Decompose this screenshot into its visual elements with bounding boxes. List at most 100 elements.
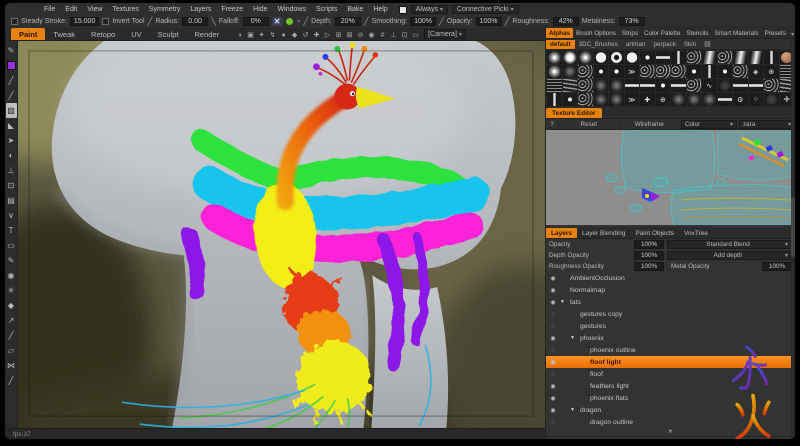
play-icon[interactable]: ▷: [323, 31, 332, 39]
tab-strips[interactable]: Strips: [619, 28, 641, 38]
tab-sculpt[interactable]: Sculpt: [150, 28, 187, 40]
roughness-value[interactable]: 42%: [553, 17, 579, 26]
alpha-thumb-21[interactable]: [609, 65, 624, 78]
tab-paint-objects[interactable]: Paint Objects: [630, 228, 679, 238]
new-layer-icon[interactable]: ▣: [550, 438, 557, 439]
metalness-value[interactable]: 73%: [619, 17, 645, 26]
alpha-thumb-40[interactable]: [656, 79, 671, 92]
alpha-thumb-63[interactable]: [764, 93, 779, 106]
alpha-thumb-10[interactable]: [687, 51, 702, 64]
grid-icon[interactable]: #: [378, 32, 387, 39]
alpha-thumb-35[interactable]: [578, 79, 593, 92]
tab-uv[interactable]: UV: [123, 28, 149, 40]
layer-row-phoenix-flats[interactable]: ◉phoenix flats: [546, 392, 795, 404]
tab-color-palette[interactable]: Color Palette: [641, 28, 683, 38]
alpha-thumb-30[interactable]: ◈: [749, 65, 764, 78]
blend-mode-dropdown[interactable]: Standard Blend▾: [667, 240, 792, 249]
menu-scripts[interactable]: Scripts: [311, 6, 342, 13]
layer-row-dragon-outline[interactable]: ◎dragon outline: [546, 416, 795, 428]
tab-retopo[interactable]: Retopo: [83, 28, 123, 40]
contrast-icon[interactable]: ◑: [235, 32, 244, 39]
alpha-thumb-3[interactable]: [578, 51, 593, 64]
tab-layers[interactable]: Layers: [546, 228, 577, 238]
panel-scrollbar[interactable]: [791, 39, 795, 435]
wireframe-button[interactable]: Wireframe: [619, 121, 680, 128]
roughness-opacity-value[interactable]: 100%: [634, 262, 664, 271]
pick-mode-dropdown[interactable]: Connective Picki ▾: [452, 5, 519, 14]
menu-windows[interactable]: Windows: [273, 6, 311, 13]
layer-row-ambientocclusion[interactable]: ◉AmbientOcclusion: [546, 272, 795, 284]
alpha-thumb-61[interactable]: ⚙: [733, 93, 748, 106]
alpha-thumb-44[interactable]: [718, 79, 733, 92]
pen-curve-icon[interactable]: ╱: [303, 17, 308, 26]
clone-tool[interactable]: ▤: [6, 193, 17, 208]
add-icon[interactable]: ✚: [312, 31, 321, 39]
spline-tool[interactable]: ╱: [6, 373, 17, 388]
alpha-thumb-43[interactable]: ∿: [702, 79, 717, 92]
axis-icon[interactable]: ⊥: [389, 31, 398, 39]
alpha-thumb-8[interactable]: [656, 51, 671, 64]
alpha-thumb-15[interactable]: [764, 51, 779, 64]
alpha-group-artman[interactable]: artman: [622, 40, 650, 49]
layer-visibility-icon[interactable]: ◉: [549, 359, 557, 366]
help-icon[interactable]: ?: [546, 121, 558, 128]
falloff-value[interactable]: 0%: [243, 17, 269, 26]
tab-alphas[interactable]: Alphas: [546, 28, 573, 38]
uv-editor-canvas[interactable]: [546, 130, 795, 225]
tab-presets[interactable]: Presets: [762, 28, 789, 38]
alpha-thumb-24[interactable]: [656, 65, 671, 78]
alpha-thumb-27[interactable]: [702, 65, 717, 78]
menu-edit[interactable]: Edit: [60, 6, 82, 13]
folder-icon[interactable]: ▤: [704, 40, 711, 48]
alpha-thumb-53[interactable]: [609, 93, 624, 106]
disable-icon[interactable]: ⊘: [356, 31, 365, 39]
alpha-thumb-55[interactable]: ✚: [640, 93, 655, 106]
alpha-thumb-9[interactable]: [671, 51, 686, 64]
tab-stencils[interactable]: Stencils: [683, 28, 711, 38]
alpha-thumb-47[interactable]: [764, 79, 779, 92]
image-icon[interactable]: ▣: [246, 31, 255, 39]
pencil2-tool[interactable]: ✎: [6, 253, 17, 268]
bowtie-tool[interactable]: ⋈: [6, 358, 17, 373]
target-icon[interactable]: ◉: [367, 31, 376, 39]
alpha-thumb-26[interactable]: [687, 65, 702, 78]
alpha-thumb-34[interactable]: [563, 79, 578, 92]
alpha-thumb-37[interactable]: [609, 79, 624, 92]
alpha-thumb-28[interactable]: [718, 65, 733, 78]
metal-opacity-value[interactable]: 100%: [762, 262, 792, 271]
alpha-thumb-39[interactable]: [640, 79, 655, 92]
alpha-thumb-45[interactable]: [733, 79, 748, 92]
stroke-tool[interactable]: ╱: [6, 328, 17, 343]
tab-render[interactable]: Render: [187, 28, 228, 40]
line-tool[interactable]: ╱: [6, 88, 17, 103]
sparkle-icon[interactable]: ✦: [257, 31, 266, 39]
pencil-tool[interactable]: ╱: [6, 73, 17, 88]
blank-layer-icon[interactable]: ▢: [571, 438, 578, 439]
text-tool[interactable]: T: [6, 223, 17, 238]
alpha-thumb-62[interactable]: ○: [749, 93, 764, 106]
alpha-thumb-14[interactable]: [749, 51, 764, 64]
layer-visibility-icon[interactable]: ◉: [549, 287, 557, 294]
menu-symmetry[interactable]: Symmetry: [144, 6, 186, 13]
tab-texture-editor[interactable]: Texture Editor: [546, 108, 602, 118]
layer-row-floof[interactable]: ◎floof: [546, 368, 795, 380]
layer-row-phoenix-outline[interactable]: ◎phoenix outline: [546, 344, 795, 356]
reset-button[interactable]: Reset: [558, 121, 619, 128]
eye-tool[interactable]: ◉: [6, 268, 17, 283]
layer-visibility-icon[interactable]: ◉: [549, 299, 557, 306]
alpha-thumb-25[interactable]: [671, 65, 686, 78]
alpha-group-perpack[interactable]: perpack: [649, 40, 679, 49]
menu-file[interactable]: File: [39, 6, 60, 13]
eraser-tool[interactable]: ▨: [6, 103, 17, 118]
color-swatch[interactable]: [6, 58, 17, 73]
scroll-down-indicator[interactable]: ▼: [546, 429, 795, 436]
alpha-thumb-52[interactable]: [594, 93, 609, 106]
always-dropdown[interactable]: Always ▾: [411, 5, 448, 14]
layer-visibility-icon[interactable]: ◉: [549, 383, 557, 390]
tab-brush-options[interactable]: Brush Options: [573, 28, 619, 38]
curve-tool[interactable]: ∨: [6, 208, 17, 223]
tab-smart-materials[interactable]: Smart Materials: [711, 28, 761, 38]
alpha-thumb-20[interactable]: [594, 65, 609, 78]
material-icon[interactable]: ◆: [290, 31, 299, 39]
invert-tool-checkbox[interactable]: [102, 18, 109, 25]
